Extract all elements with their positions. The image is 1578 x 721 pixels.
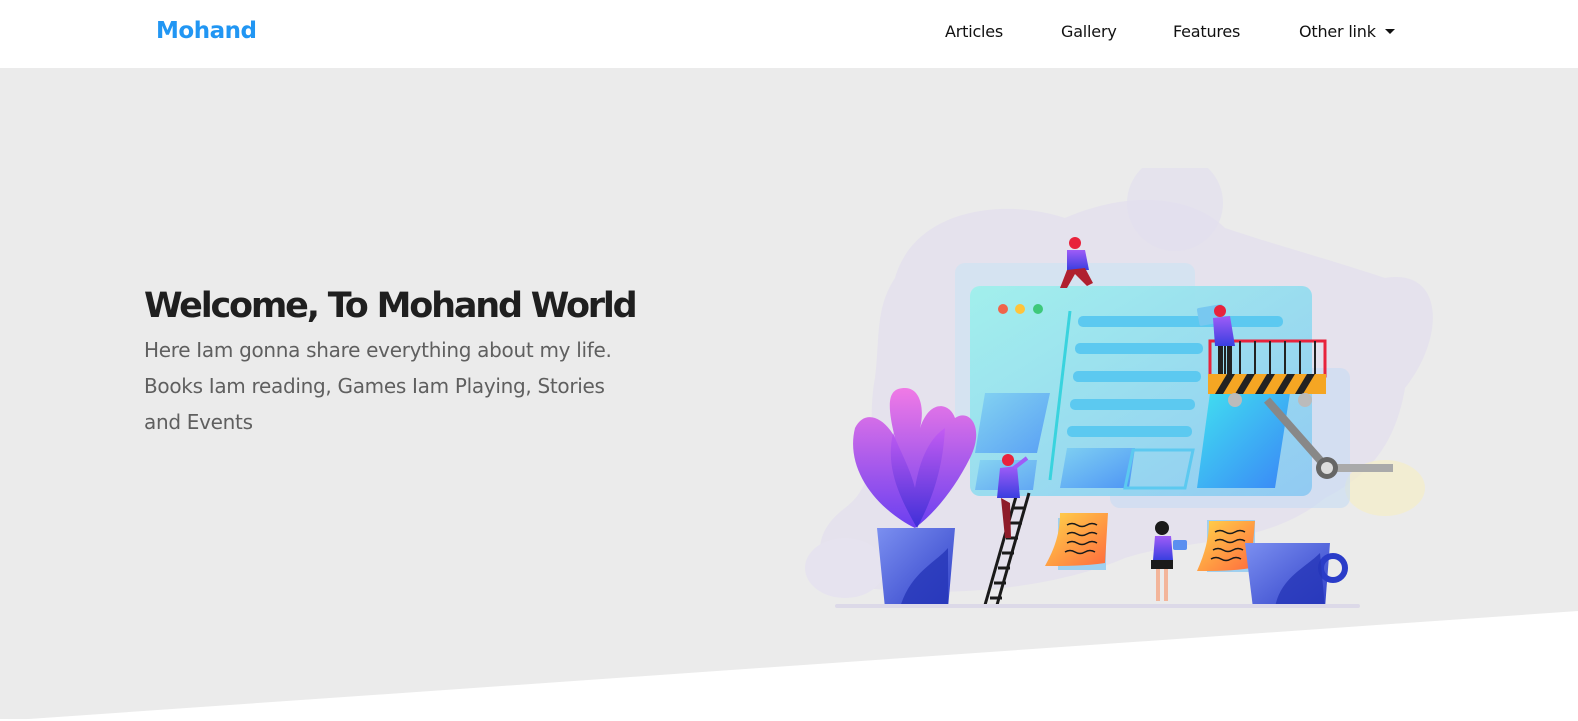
hero-title: Welcome, To Mohand World [144, 286, 638, 326]
nav-link-articles[interactable]: Articles [945, 22, 1003, 41]
nav-link-gallery[interactable]: Gallery [1061, 22, 1117, 41]
nav-dropdown-label: Other link [1299, 22, 1376, 41]
nav-link-features[interactable]: Features [1173, 22, 1240, 41]
dropdown-caret-icon [1384, 29, 1395, 34]
hero-section: Welcome, To Mohand World Here Iam gonna … [0, 68, 1578, 721]
nav-dropdown-other-link[interactable]: Other link [1299, 22, 1395, 41]
website-building-illustration [805, 168, 1433, 608]
nav-links: Articles Gallery Features Other link [0, 22, 1578, 46]
navbar: Mohand Articles Gallery Features Other l… [0, 0, 1578, 68]
hero-angled-divider [0, 611, 1578, 721]
hero-description: Here Iam gonna share everything about my… [144, 338, 612, 434]
